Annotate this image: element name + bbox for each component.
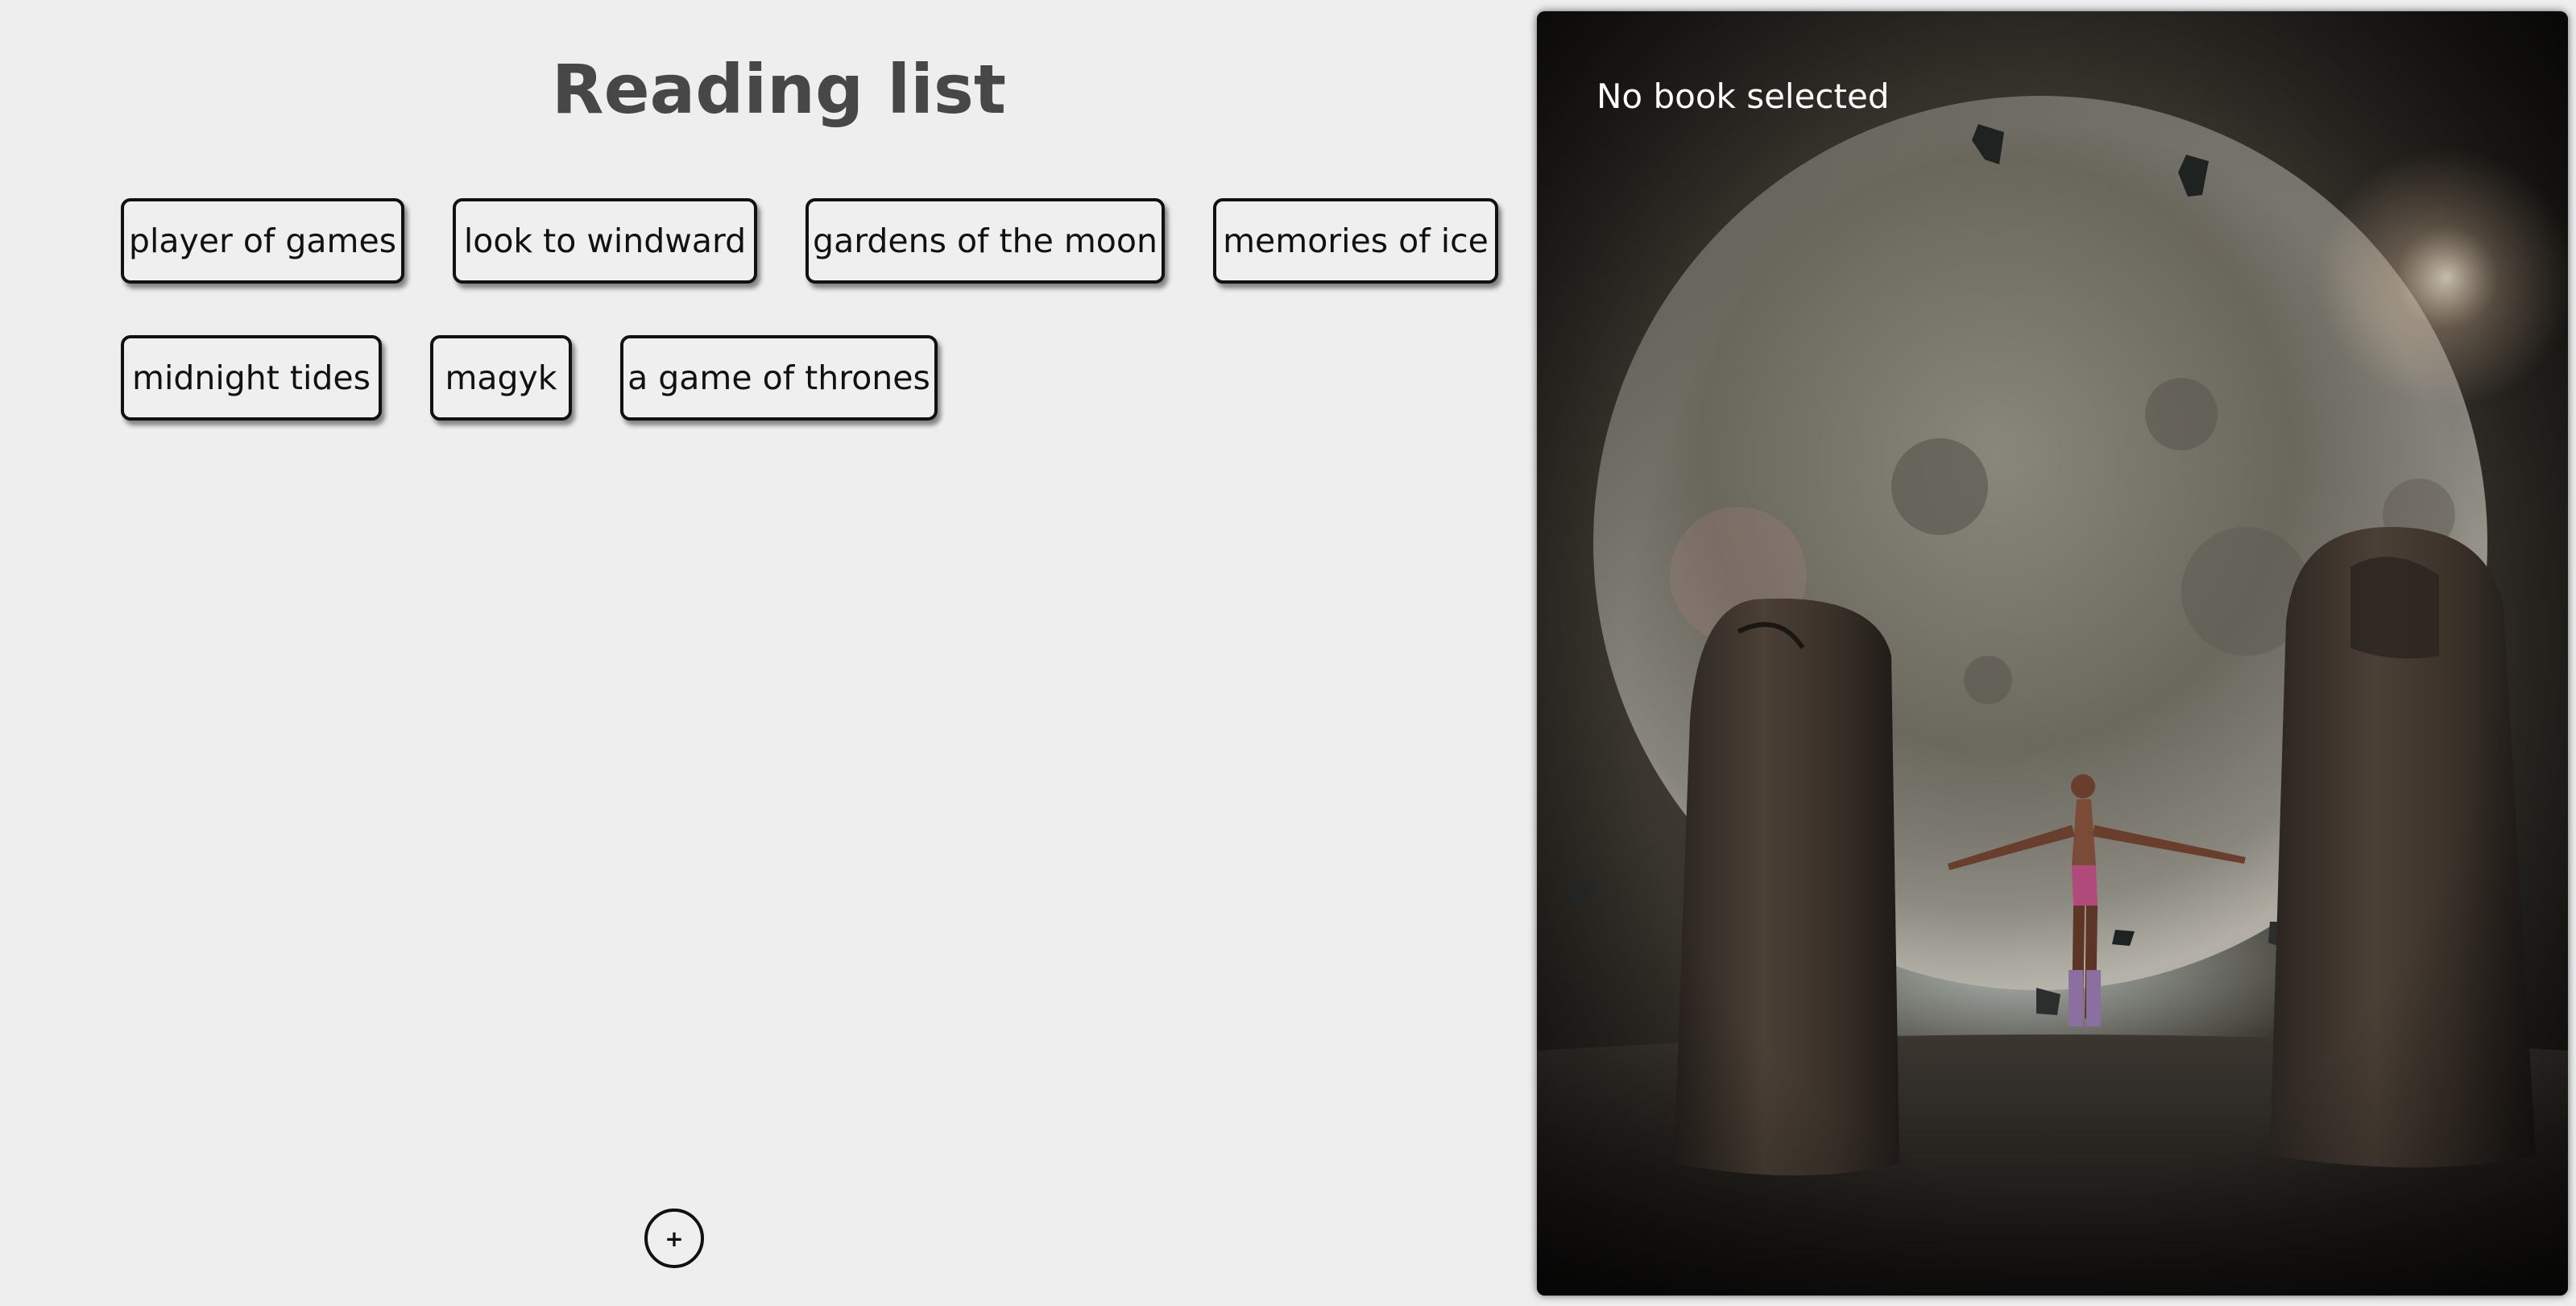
reading-list-app: Reading list player of games look to win… [0,0,2576,1306]
add-book-button[interactable]: + [644,1209,704,1268]
selection-status: No book selected [1597,77,1890,116]
reading-list-column: Reading list player of games look to win… [0,0,1537,1306]
book-button-gardens-of-the-moon[interactable]: gardens of the moon [806,198,1165,284]
book-button-player-of-games[interactable]: player of games [121,198,404,284]
book-button-a-game-of-thrones[interactable]: a game of thrones [620,335,938,421]
book-detail-panel: No book selected [1537,11,2568,1296]
fantasy-scene-image [1537,11,2568,1296]
book-button-memories-of-ice[interactable]: memories of ice [1213,198,1498,284]
book-button-magyk[interactable]: magyk [430,335,572,421]
book-button-midnight-tides[interactable]: midnight tides [121,335,382,421]
page-title: Reading list [551,50,1007,129]
book-button-look-to-windward[interactable]: look to windward [453,198,757,284]
